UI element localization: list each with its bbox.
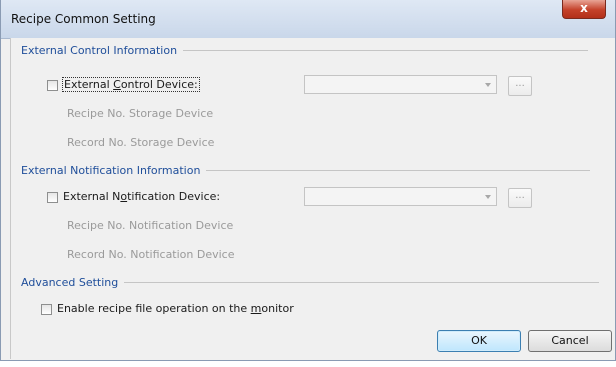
section-divider [124,282,600,283]
record-no-notification-label: Record No. Notification Device [67,248,235,261]
label-part: External [64,78,114,91]
title-bar[interactable]: Recipe Common Setting x [1,0,615,39]
external-notification-label[interactable]: External Notification Device: [63,190,220,203]
advanced-setting-header-label: Advanced Setting [21,276,119,289]
enable-recipe-file-operation-checkbox[interactable] [41,304,52,315]
label-part: onitor [261,302,294,315]
dialog-content: External Control Information External Co… [10,38,615,359]
close-button[interactable]: x [562,0,606,19]
recipe-no-storage-label: Recipe No. Storage Device [67,107,214,120]
record-no-storage-label: Record No. Storage Device [67,136,215,149]
external-control-browse-button[interactable]: ... [508,76,532,96]
external-control-focus: External Control Device: [62,77,200,92]
enable-recipe-file-operation-label[interactable]: Enable recipe file operation on the moni… [57,302,294,315]
cancel-button[interactable]: Cancel [528,330,612,352]
external-control-device-combo[interactable] [304,75,497,94]
external-notification-browse-button[interactable]: ... [508,188,532,208]
dialog-window: Recipe Common Setting x External Control… [0,0,616,361]
section-divider [183,50,589,51]
external-notification-header-label: External Notification Information [21,164,201,177]
external-control-label[interactable]: External Control Device: [62,77,200,92]
label-part: Enable recipe file operation on the [57,302,251,315]
advanced-setting-header: Advanced Setting [21,276,600,289]
close-icon: x [580,1,588,15]
section-divider [206,170,591,171]
label-accelerator: C [113,78,121,91]
external-notification-header: External Notification Information [21,164,591,177]
external-notification-checkbox[interactable] [47,192,58,203]
chevron-down-icon [485,195,491,199]
external-control-header-label: External Control Information [21,44,178,57]
external-notification-device-combo[interactable] [304,187,497,206]
ok-button[interactable]: OK [437,330,521,352]
dialog-title: Recipe Common Setting [11,12,156,26]
label-part: ontrol Device: [120,78,198,91]
label-part: tification Device: [127,190,221,203]
chevron-down-icon [485,83,491,87]
recipe-no-notification-label: Recipe No. Notification Device [67,219,234,232]
label-accelerator: m [250,302,262,315]
label-part: External N [63,190,121,203]
external-control-header: External Control Information [21,44,589,57]
external-control-checkbox[interactable] [47,80,58,91]
